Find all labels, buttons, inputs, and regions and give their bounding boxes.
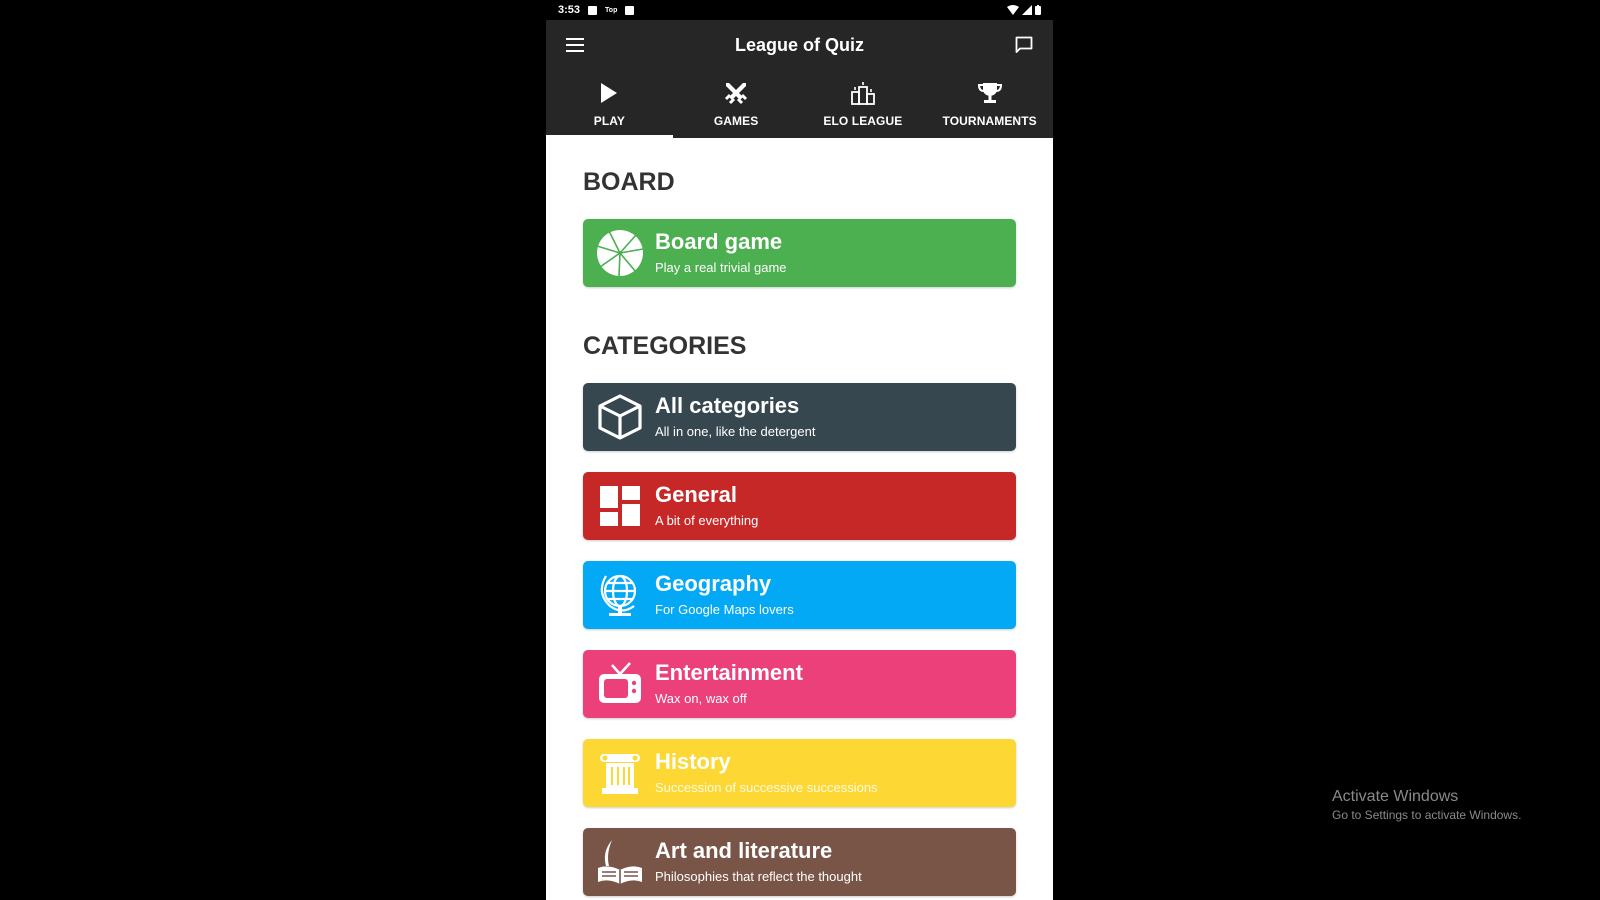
board-game-card[interactable]: Board game Play a real trivial game [583, 219, 1016, 287]
tab-label: ELO LEAGUE [823, 114, 903, 128]
tab-label: PLAY [593, 114, 626, 128]
card-title: Board game [655, 229, 783, 254]
card-subtitle: Play a real trivial game [655, 260, 787, 275]
card-subtitle: Succession of successive successions [655, 780, 878, 795]
watermark-subtitle: Go to Settings to activate Windows. [1332, 808, 1522, 822]
app-bar: League of Quiz PLAY GAMES ELO LEAGUE TOU… [546, 20, 1053, 138]
tab-elo-league[interactable]: ELO LEAGUE [800, 70, 927, 138]
tab-label: GAMES [713, 114, 759, 128]
tab-label: TOURNAMENTS [942, 114, 1037, 128]
play-content: BOARD Board game Play a real trivial gam… [546, 138, 1053, 896]
pie-wheel-icon [595, 228, 645, 278]
tv-icon [595, 659, 645, 709]
toolbar: League of Quiz [546, 20, 1053, 70]
category-card-all[interactable]: All categories All in one, like the dete… [583, 383, 1016, 451]
wifi-icon [1007, 5, 1019, 15]
card-title: General [655, 482, 737, 507]
watermark-title: Activate Windows [1332, 788, 1459, 805]
status-bar: 3:53 Top [546, 0, 1053, 20]
app-notification-icon: Top [605, 6, 618, 14]
hamburger-menu-icon[interactable] [566, 38, 584, 52]
trophy-icon [977, 78, 1003, 108]
tab-games[interactable]: GAMES [673, 70, 800, 138]
activate-windows-watermark: Activate Windows Go to Settings to activ… [1332, 788, 1521, 822]
board-section-title: BOARD [583, 168, 675, 196]
play-icon [600, 78, 618, 108]
download-icon [625, 5, 635, 15]
tab-bar: PLAY GAMES ELO LEAGUE TOURNAMENTS [546, 70, 1053, 138]
category-card-entertainment[interactable]: Entertainment Wax on, wax off [583, 650, 1016, 718]
card-title: Art and literature [655, 838, 833, 863]
category-card-history[interactable]: History Succession of successive success… [583, 739, 1016, 807]
card-subtitle: Wax on, wax off [655, 691, 747, 706]
chat-bubble-icon[interactable] [1015, 36, 1033, 54]
card-title: All categories [655, 393, 800, 418]
category-card-art-literature[interactable]: Art and literature Philosophies that ref… [583, 828, 1016, 896]
signal-icon [1022, 5, 1032, 15]
cube-icon [595, 392, 645, 442]
card-subtitle: For Google Maps lovers [655, 602, 794, 617]
podium-icon [850, 78, 876, 108]
battery-icon [1035, 5, 1041, 15]
card-title: History [655, 749, 731, 774]
app-title: League of Quiz [734, 34, 864, 55]
column-icon [595, 748, 645, 798]
category-card-geography[interactable]: Geography For Google Maps lovers [583, 561, 1016, 629]
phone-screen: 3:53 Top League of Quiz PLAY GAMES ELO L… [546, 0, 1053, 900]
card-title: Entertainment [655, 660, 803, 685]
crossed-swords-icon [723, 78, 749, 108]
quill-book-icon [595, 837, 645, 887]
card-subtitle: All in one, like the detergent [655, 424, 816, 439]
card-title: Geography [655, 571, 772, 596]
tab-tournaments[interactable]: TOURNAMENTS [926, 70, 1053, 138]
grid-blocks-icon [595, 481, 645, 531]
category-card-general[interactable]: General A bit of everything [583, 472, 1016, 540]
card-subtitle: Philosophies that reflect the thought [655, 869, 862, 884]
image-icon [588, 5, 598, 15]
status-time: 3:53 [558, 4, 581, 16]
categories-section-title: CATEGORIES [583, 332, 747, 360]
tab-play[interactable]: PLAY [546, 70, 673, 138]
globe-icon [595, 570, 645, 620]
card-subtitle: A bit of everything [655, 513, 759, 528]
